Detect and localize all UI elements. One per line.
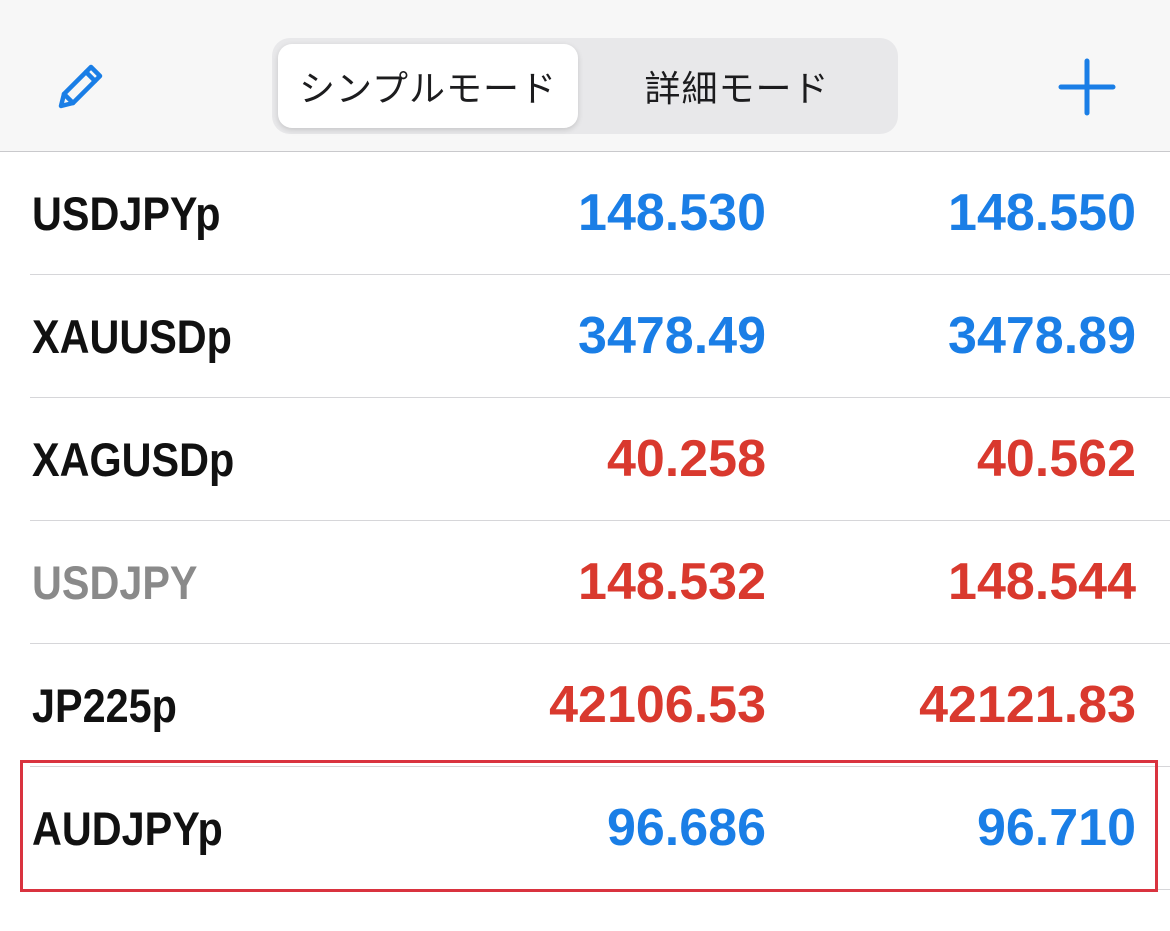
- symbol-name: XAGUSDp: [32, 433, 235, 486]
- bid-price: 148.530: [578, 184, 766, 242]
- quote-row[interactable]: USDJPYp 148.530 148.550: [0, 152, 1170, 275]
- bid-price: 42106.53: [549, 676, 766, 734]
- row-divider: [30, 889, 1170, 890]
- quote-row[interactable]: XAGUSDp 40.258 40.562: [0, 398, 1170, 521]
- tab-simple-mode[interactable]: シンプルモード: [278, 44, 578, 128]
- add-symbol-button[interactable]: [1052, 52, 1122, 122]
- ask-price: 42121.83: [919, 676, 1136, 734]
- ask-price: 96.710: [976, 799, 1136, 857]
- symbol-name: XAUUSDp: [32, 310, 232, 363]
- quote-row[interactable]: JP225p 42106.53 42121.83: [0, 644, 1170, 767]
- quote-row[interactable]: USDJPY 148.532 148.544: [0, 521, 1170, 644]
- symbol-name: USDJPY: [32, 556, 198, 609]
- top-bar: シンプルモード 詳細モード: [0, 0, 1170, 152]
- ask-price: 40.562: [976, 430, 1136, 488]
- ask-price: 148.550: [948, 184, 1136, 242]
- symbol-name: JP225p: [32, 679, 177, 732]
- symbol-name: USDJPYp: [32, 187, 221, 240]
- bid-price: 40.258: [606, 430, 766, 488]
- quote-row[interactable]: AUDJPYp 96.686 96.710: [0, 767, 1170, 890]
- pencil-icon: [58, 64, 103, 109]
- bid-price: 96.686: [606, 799, 766, 857]
- ask-price: 148.544: [948, 553, 1136, 611]
- mode-segmented-control: シンプルモード 詳細モード: [272, 38, 898, 134]
- edit-button[interactable]: [50, 55, 112, 117]
- ask-price: 3478.89: [948, 307, 1136, 365]
- bid-price: 148.532: [578, 553, 766, 611]
- symbol-name: AUDJPYp: [32, 802, 223, 855]
- quote-row[interactable]: XAUUSDp 3478.49 3478.89: [0, 275, 1170, 398]
- plus-icon: [1058, 58, 1116, 116]
- tab-detail-mode[interactable]: 詳細モード: [582, 44, 892, 128]
- bid-price: 3478.49: [578, 307, 766, 365]
